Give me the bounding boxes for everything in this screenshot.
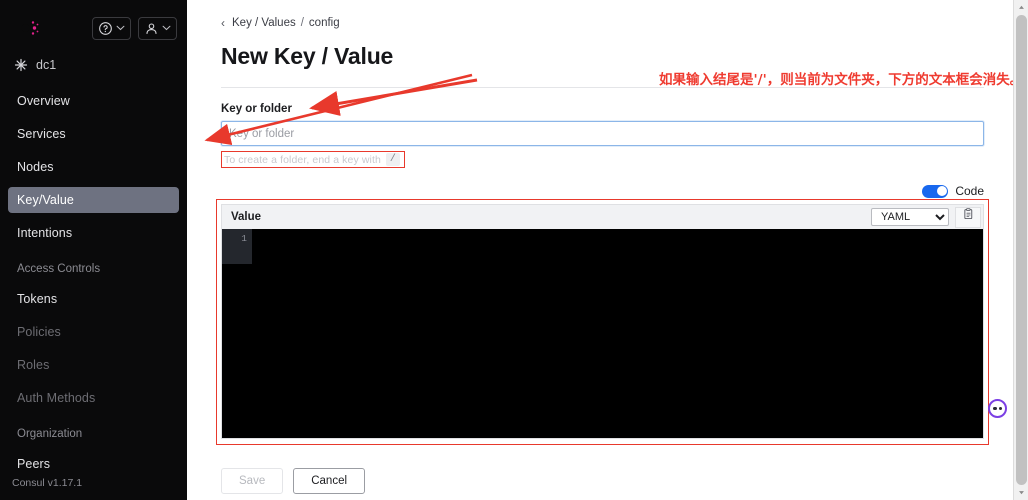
sidebar-item-tokens[interactable]: Tokens	[8, 286, 179, 312]
breadcrumb: ‹ Key / Values / config	[221, 8, 984, 30]
chevron-down-icon	[162, 25, 171, 31]
page-title: New Key / Value	[221, 43, 394, 69]
datacenter-snowflake-icon	[14, 58, 28, 72]
sidebar-section-access-controls: Access Controls	[17, 263, 101, 275]
breadcrumb-back-icon[interactable]: ‹	[221, 16, 225, 30]
datacenter-selector[interactable]: dc1	[0, 46, 187, 82]
scrollbar-thumb[interactable]	[1016, 15, 1027, 485]
sidebar-header	[0, 0, 187, 46]
bubble-eye-right-icon	[998, 406, 1002, 411]
breadcrumb-current: config	[308, 17, 340, 29]
annotation-text: 如果输入结尾是'/'，则当前为文件夹，下方的文本框会消失。	[659, 72, 1024, 88]
sidebar-item-overview[interactable]: Overview	[8, 88, 179, 114]
editor-code-area[interactable]	[252, 229, 983, 438]
sidebar-item-roles[interactable]: Roles	[8, 352, 179, 378]
copy-button[interactable]	[955, 206, 981, 228]
code-toggle-label: Code	[955, 184, 984, 198]
save-button[interactable]: Save	[221, 468, 284, 494]
breadcrumb-separator: /	[300, 17, 304, 29]
sidebar-item-peers[interactable]: Peers	[8, 451, 179, 477]
page-scrollbar[interactable]	[1013, 0, 1028, 500]
browser-extension-bubble[interactable]	[988, 399, 1007, 418]
help-circle-icon	[98, 21, 113, 36]
code-toggle-switch[interactable]	[922, 184, 949, 198]
scrollbar-up-arrow[interactable]	[1014, 0, 1028, 15]
key-or-folder-label: Key or folder	[221, 103, 292, 115]
datacenter-label: dc1	[36, 58, 57, 72]
sidebar-item-services[interactable]: Services	[8, 121, 179, 147]
consul-logo-icon[interactable]	[12, 13, 42, 43]
user-menu-button[interactable]	[138, 16, 177, 40]
cancel-button[interactable]: Cancel	[293, 468, 366, 494]
clipboard-copy-icon	[962, 208, 975, 226]
code-toggle-row: Code	[221, 184, 984, 198]
sidebar-item-intentions[interactable]: Intentions	[8, 220, 179, 246]
sidebar-header-actions	[92, 16, 177, 40]
value-label: Value	[231, 211, 262, 223]
scrollbar-down-arrow[interactable]	[1014, 485, 1028, 500]
key-helper-text: To create a folder, end a key with	[224, 153, 381, 166]
form-actions: Save Cancel	[221, 468, 984, 494]
sidebar-section-organization: Organization	[17, 428, 83, 440]
sidebar-item-nodes[interactable]: Nodes	[8, 154, 179, 180]
language-select[interactable]: YAML JSON HCL	[871, 208, 949, 226]
sidebar-nav: Overview Services Nodes Key/Value Intent…	[0, 82, 187, 477]
sidebar-item-key-value[interactable]: Key/Value	[8, 187, 179, 213]
consul-version-label: Consul v1.17.1	[12, 477, 83, 489]
breadcrumb-root-link[interactable]: Key / Values	[232, 17, 296, 29]
user-icon	[144, 21, 159, 36]
value-editor: Value YAML JSON HCL	[216, 199, 989, 445]
bubble-eye-left-icon	[993, 406, 997, 411]
sidebar-item-policies[interactable]: Policies	[8, 319, 179, 345]
chevron-down-icon	[116, 25, 125, 31]
sidebar: dc1 Overview Services Nodes Key/Value In…	[0, 0, 187, 500]
sidebar-item-auth-methods[interactable]: Auth Methods	[8, 385, 179, 411]
value-editor-header: Value YAML JSON HCL	[221, 204, 984, 229]
help-menu-button[interactable]	[92, 16, 131, 40]
main-content: ‹ Key / Values / config New Key / Value …	[187, 0, 1028, 500]
editor-line-numbers: 1	[222, 229, 252, 264]
app-root: dc1 Overview Services Nodes Key/Value In…	[0, 0, 1028, 500]
value-editor-body[interactable]: 1	[221, 229, 984, 439]
key-or-folder-input[interactable]	[221, 121, 984, 146]
key-helper-annotation-box: To create a folder, end a key with /	[221, 151, 405, 168]
key-helper-code-chip: /	[385, 153, 400, 166]
